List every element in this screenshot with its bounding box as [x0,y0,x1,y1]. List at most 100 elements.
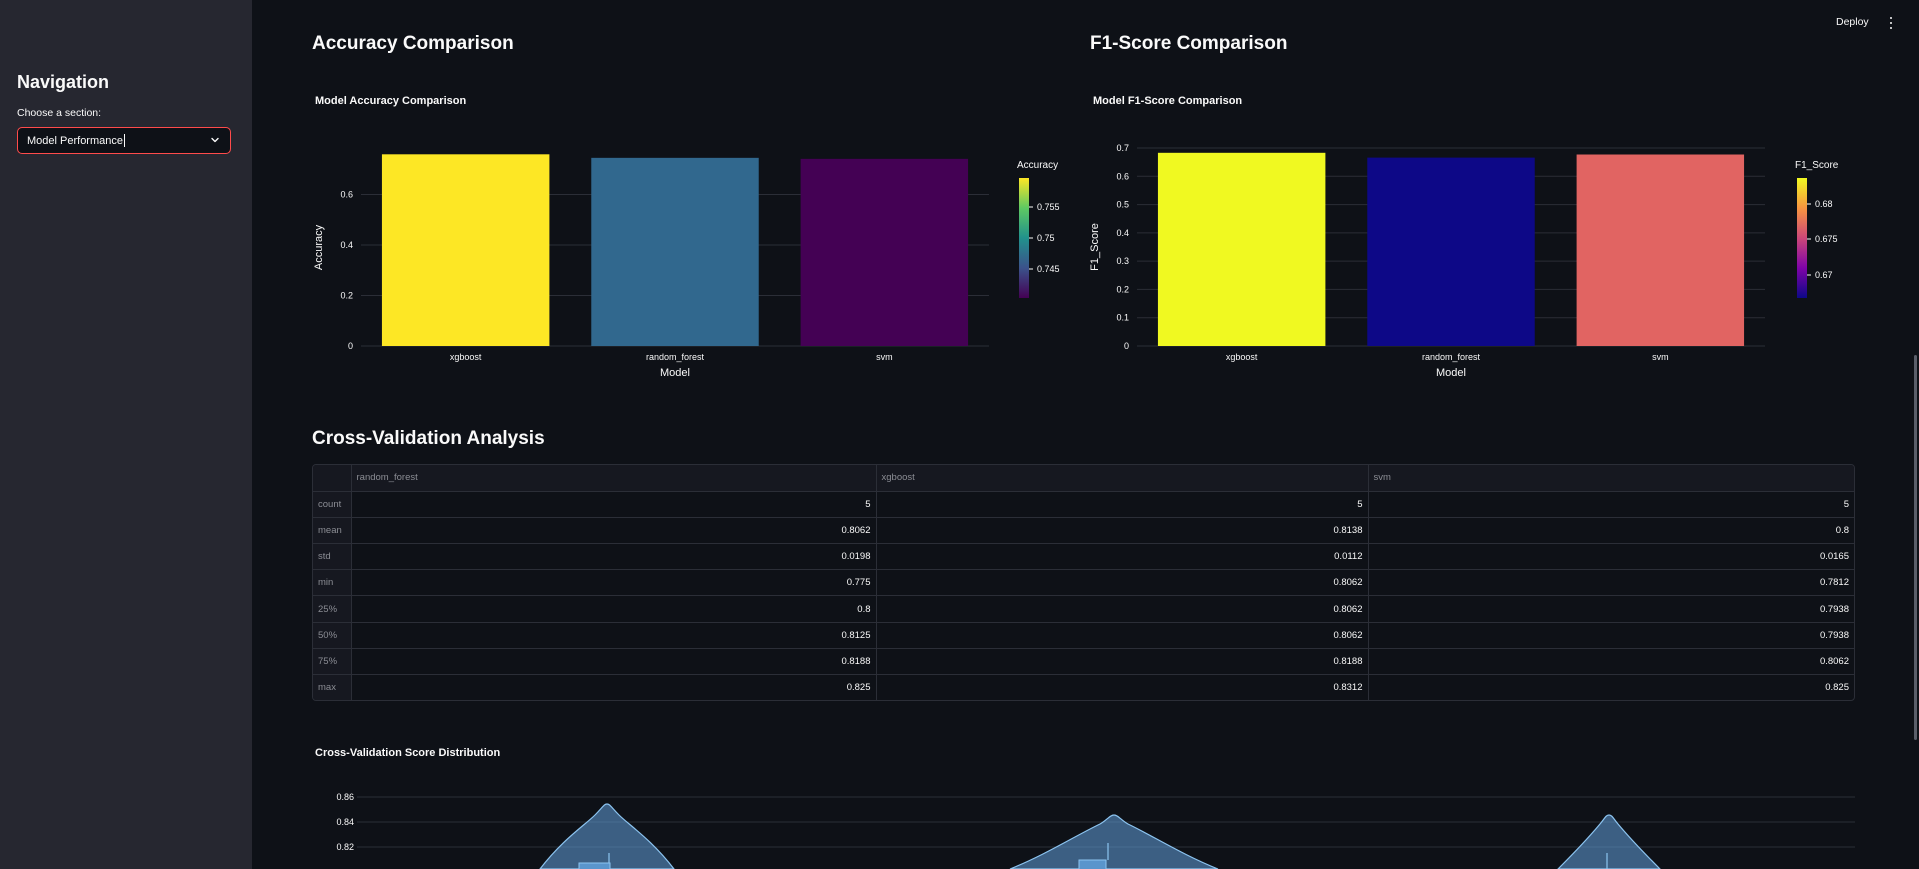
colorbar [1797,178,1807,298]
bar-xgboost [1157,152,1326,346]
colorbar-tick-label: 0.675 [1815,234,1838,244]
table-cell[interactable]: 0.0112 [876,543,1369,571]
y-tick-label: 0.2 [1116,284,1129,294]
y-tick-label: 0.86 [336,792,354,802]
colorbar-tick-label: 0.745 [1037,264,1060,274]
table-cell[interactable]: 0.8312 [876,674,1369,700]
bar-random_forest [591,157,759,346]
y-tick-label: 0.1 [1116,313,1129,323]
row-index-cell: min [313,569,352,597]
table-cell[interactable]: 0.8138 [876,517,1369,545]
x-tick-label: random_forest [646,352,705,362]
table-cell[interactable]: 0.775 [351,569,877,597]
table-cell[interactable]: 5 [1368,491,1854,518]
cv-stats-table: random_forest xgboost svm count 5 5 5 mean 0.… [312,464,1855,701]
table-cell[interactable]: 0.825 [351,674,877,700]
section-select[interactable]: Model Performance [17,127,231,154]
table-cell[interactable]: 0.7938 [1368,595,1854,623]
row-index-cell: 25% [313,595,352,623]
table-cell[interactable]: 0.7812 [1368,569,1854,597]
f1-bar-chart: 0 0.1 0.2 0.3 0.4 0.5 0.6 0.7 xgboost random_fore… [1089,143,1839,379]
row-index-cell: 50% [313,622,352,649]
accuracy-heading: Accuracy Comparison [312,33,514,54]
violin-xgboost [1009,814,1219,869]
colorbar [1019,178,1029,298]
cv-heading: Cross-Validation Analysis [312,428,545,449]
table-cell[interactable]: 0.8188 [351,648,877,676]
y-tick-label: 0.4 [1116,228,1129,238]
x-tick-label: svm [876,352,893,362]
x-tick-label: svm [1652,352,1669,362]
chevron-down-icon [211,137,219,143]
violin-svm [1557,814,1661,869]
bar-svm [800,158,969,346]
x-tick-label: random_forest [1422,352,1481,362]
table-cell[interactable]: 0.8062 [351,517,877,545]
column-header[interactable]: svm [1368,465,1854,492]
box-xgboost [1078,859,1107,869]
y-tick-label: 0.6 [1116,171,1129,181]
table-cell[interactable]: 5 [351,491,877,518]
table-cell[interactable]: 0.0198 [351,543,877,571]
table-header-row: random_forest xgboost svm [313,465,1854,492]
table-row: 50% 0.8125 0.8062 0.7938 [313,622,1854,649]
accuracy-bar-chart: 0 0.2 0.4 0.6 xgboost random_forest svm Model Ac… [313,154,1060,379]
row-index-cell: 75% [313,648,352,676]
f1-heading: F1-Score Comparison [1090,33,1288,54]
table-cell[interactable]: 0.8062 [876,569,1369,597]
scrollbar[interactable] [1914,355,1917,740]
table-cell[interactable]: 0.8 [351,595,877,623]
bar-xgboost [381,154,550,346]
row-index-cell: std [313,543,352,571]
y-tick-label: 0.7 [1116,143,1129,153]
box-random_forest [578,862,611,869]
colorbar-title: Accuracy [1017,160,1058,171]
table-row: std 0.0198 0.0112 0.0165 [313,543,1854,571]
y-axis-title: F1_Score [1089,223,1101,271]
x-tick-label: xgboost [1226,352,1258,362]
bar-random_forest [1367,157,1535,346]
cv-distribution-chart-title: Cross-Validation Score Distribution [315,747,501,759]
x-axis-title: Model [660,367,690,379]
table-row: mean 0.8062 0.8138 0.8 [313,517,1854,545]
table-row: max 0.825 0.8312 0.825 [313,674,1854,701]
y-tick-label: 0.2 [340,290,353,300]
table-cell[interactable]: 5 [876,491,1369,518]
y-tick-label: 0.84 [336,817,354,827]
colorbar-tick-label: 0.67 [1815,270,1833,280]
table-cell[interactable]: 0.8062 [876,595,1369,623]
row-index-cell: max [313,674,352,700]
colorbar-tick-label: 0.68 [1815,199,1833,209]
y-tick-label: 0.5 [1116,200,1129,210]
table-cell[interactable]: 0.8062 [1368,648,1854,676]
table-cell[interactable]: 0.825 [1368,675,1854,701]
table-row: min 0.775 0.8062 0.7812 [313,569,1854,597]
sidebar-title: Navigation [17,72,110,92]
row-index-cell: count [313,491,352,518]
table-cell[interactable]: 0.8 [1368,517,1854,545]
colorbar-tick-label: 0.75 [1037,233,1055,243]
y-tick-label: 0 [1124,341,1129,351]
y-axis-title: Accuracy [313,224,325,270]
table-row: 25% 0.8 0.8062 0.7938 [313,595,1854,623]
sidebar: Navigation Choose a section: Model Perfo… [0,0,252,869]
column-header[interactable]: random_forest [351,465,877,492]
column-header[interactable]: xgboost [876,465,1369,492]
table-cell[interactable]: 0.8188 [876,648,1369,676]
deploy-button[interactable]: Deploy [1836,16,1869,28]
table-cell[interactable]: 0.8062 [876,622,1369,649]
kebab-menu-icon[interactable] [1886,16,1896,30]
table-row: 75% 0.8188 0.8188 0.8062 [313,648,1854,676]
table-cell[interactable]: 0.8125 [351,622,877,649]
cv-violin-chart: 0.86 0.84 0.82 [336,792,1855,869]
y-tick-label: 0.82 [336,842,354,852]
x-axis-title: Model [1436,367,1466,379]
section-select-label: Choose a section: [17,107,102,119]
f1-chart-title: Model F1-Score Comparison [1093,95,1243,107]
y-tick-label: 0.4 [340,240,353,250]
x-tick-label: xgboost [450,352,482,362]
table-cell[interactable]: 0.7938 [1368,622,1854,649]
table-cell[interactable]: 0.0165 [1368,543,1854,571]
accuracy-chart-title: Model Accuracy Comparison [315,95,467,107]
index-column-header [313,465,352,492]
